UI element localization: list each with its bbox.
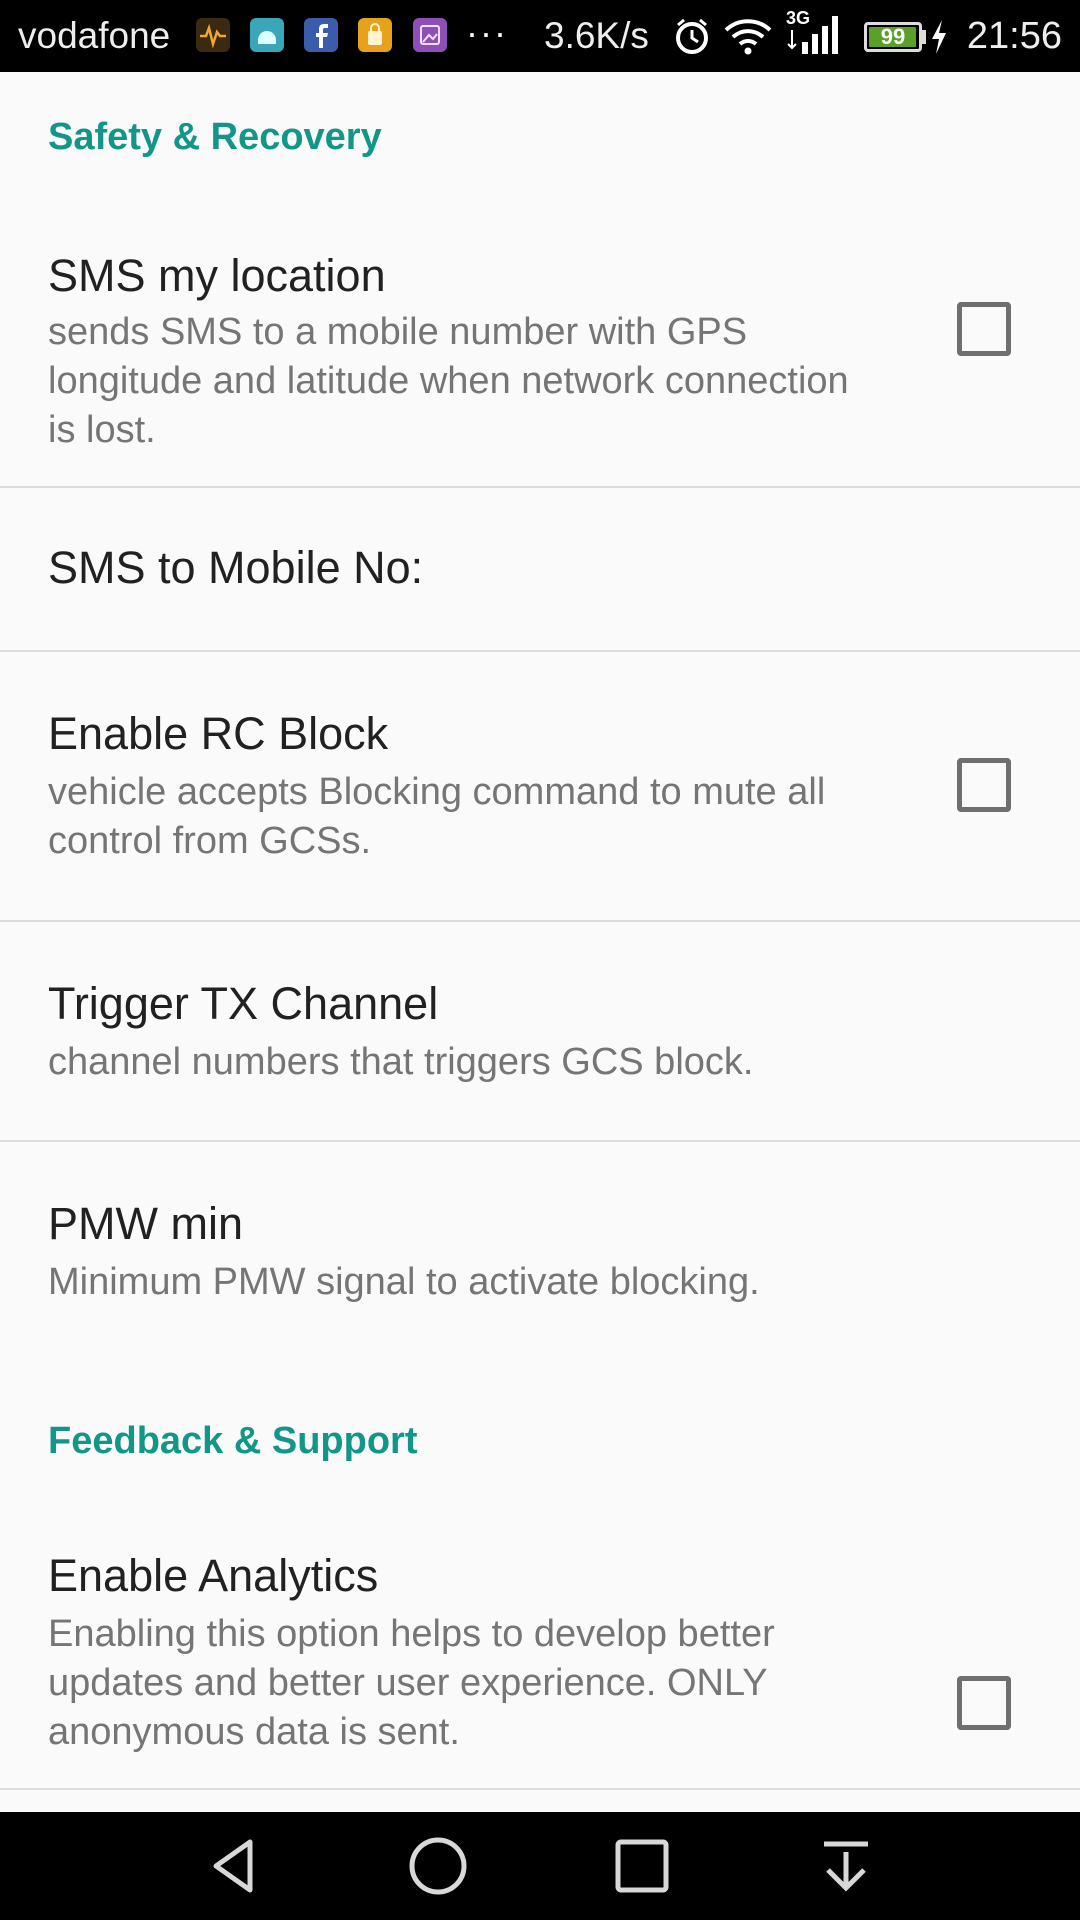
sms-location-checkbox[interactable]	[957, 302, 1011, 356]
gallery-app-icon	[413, 18, 447, 52]
battery-level-label: 99	[880, 24, 906, 49]
pref-pmw-min-summary: Minimum PMW signal to activate blocking.	[48, 1261, 760, 1303]
status-bar: vodafone ··· 3.6K/s 3G 99 21:56	[0, 0, 1080, 72]
health-app-icon	[196, 18, 230, 52]
alarm-icon	[672, 16, 712, 61]
pref-pmw-min[interactable]: PMW min Minimum PMW signal to activate b…	[0, 1142, 1080, 1362]
divider	[0, 1788, 1080, 1790]
pref-rc-block-title: Enable RC Block	[48, 708, 389, 759]
pref-analytics[interactable]: Enable Analytics Enabling this option he…	[0, 1522, 1080, 1784]
navigation-bar	[0, 1812, 1080, 1920]
recents-icon[interactable]	[606, 1830, 678, 1902]
net-speed-label: 3.6K/s	[544, 15, 649, 56]
analytics-checkbox[interactable]	[957, 1676, 1011, 1730]
section-header-feedback: Feedback & Support	[48, 1420, 418, 1462]
charging-bolt-icon	[930, 18, 948, 61]
pref-pmw-min-title: PMW min	[48, 1198, 243, 1249]
settings-list[interactable]: Safety & Recovery SMS my location sends …	[0, 72, 1080, 1812]
pref-analytics-summary: Enabling this option helps to develop be…	[48, 1613, 775, 1753]
notification-pull-icon[interactable]	[810, 1830, 882, 1902]
screen: vodafone ··· 3.6K/s 3G 99 21:56 Safety &…	[0, 0, 1080, 1920]
section-header-safety: Safety & Recovery	[48, 116, 382, 158]
pref-sms-mobile-no-title: SMS to Mobile No:	[48, 542, 424, 593]
battery-indicator: 99	[864, 22, 922, 52]
pref-rc-block-summary: vehicle accepts Blocking command to mute…	[48, 771, 826, 862]
pref-sms-location-summary: sends SMS to a mobile number with GPS lo…	[48, 311, 849, 451]
pref-rc-block[interactable]: Enable RC Block vehicle accepts Blocking…	[0, 652, 1080, 920]
wifi-icon	[722, 14, 774, 63]
clock-label: 21:56	[966, 15, 1062, 57]
facebook-icon	[304, 18, 338, 52]
pref-analytics-title: Enable Analytics	[48, 1550, 379, 1601]
battery-tip	[922, 30, 926, 44]
rc-block-checkbox[interactable]	[957, 758, 1011, 812]
shopping-app-icon	[358, 18, 392, 52]
back-icon[interactable]	[198, 1830, 270, 1902]
pref-trigger-tx-title: Trigger TX Channel	[48, 978, 439, 1029]
pref-trigger-tx-channel[interactable]: Trigger TX Channel channel numbers that …	[0, 922, 1080, 1140]
android-app-icon	[250, 18, 284, 52]
pref-sms-location-title: SMS my location	[48, 250, 386, 301]
pref-sms-location[interactable]: SMS my location sends SMS to a mobile nu…	[0, 222, 1080, 482]
more-notifications-indicator: ···	[466, 12, 508, 53]
pref-trigger-tx-summary: channel numbers that triggers GCS block.	[48, 1041, 754, 1083]
home-icon[interactable]	[402, 1830, 474, 1902]
carrier-label: vodafone	[18, 15, 171, 56]
pref-sms-mobile-no[interactable]: SMS to Mobile No:	[0, 488, 1080, 650]
